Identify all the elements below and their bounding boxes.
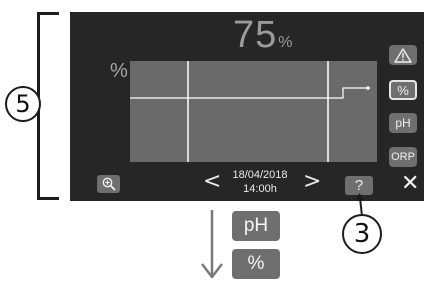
date-label: 18/04/2018 (232, 169, 288, 181)
ph-view-button[interactable]: pH (389, 113, 417, 133)
close-button[interactable]: ✕ (401, 173, 419, 195)
trend-trace (130, 87, 368, 99)
previous-date-button[interactable]: < (203, 171, 221, 193)
current-value-unit: % (278, 34, 293, 51)
current-value-readout: 75% (233, 16, 293, 54)
current-value: 75 (233, 14, 278, 56)
trend-plot-svg (130, 61, 370, 162)
time-label: 14:00h (243, 183, 277, 195)
warning-button[interactable] (389, 45, 417, 65)
down-arrow-icon (201, 210, 223, 279)
warning-triangle-icon (394, 47, 412, 63)
orp-view-button[interactable]: ORP (389, 147, 417, 167)
callout-3: 3 (342, 214, 382, 254)
zoom-button[interactable] (97, 175, 120, 193)
y-axis-unit: % (110, 60, 128, 82)
date-time-display: 18/04/2018 14:00h (220, 168, 300, 196)
trend-end-point (366, 86, 370, 90)
next-date-button[interactable]: > (303, 171, 321, 193)
sequence-ph-button: pH (232, 211, 280, 241)
callout-5: 5 (5, 86, 41, 122)
sequence-percent-button: % (232, 249, 280, 279)
trend-plot (130, 61, 377, 162)
percent-view-button[interactable]: % (389, 80, 417, 100)
magnifier-zoom-in-icon (102, 177, 116, 191)
